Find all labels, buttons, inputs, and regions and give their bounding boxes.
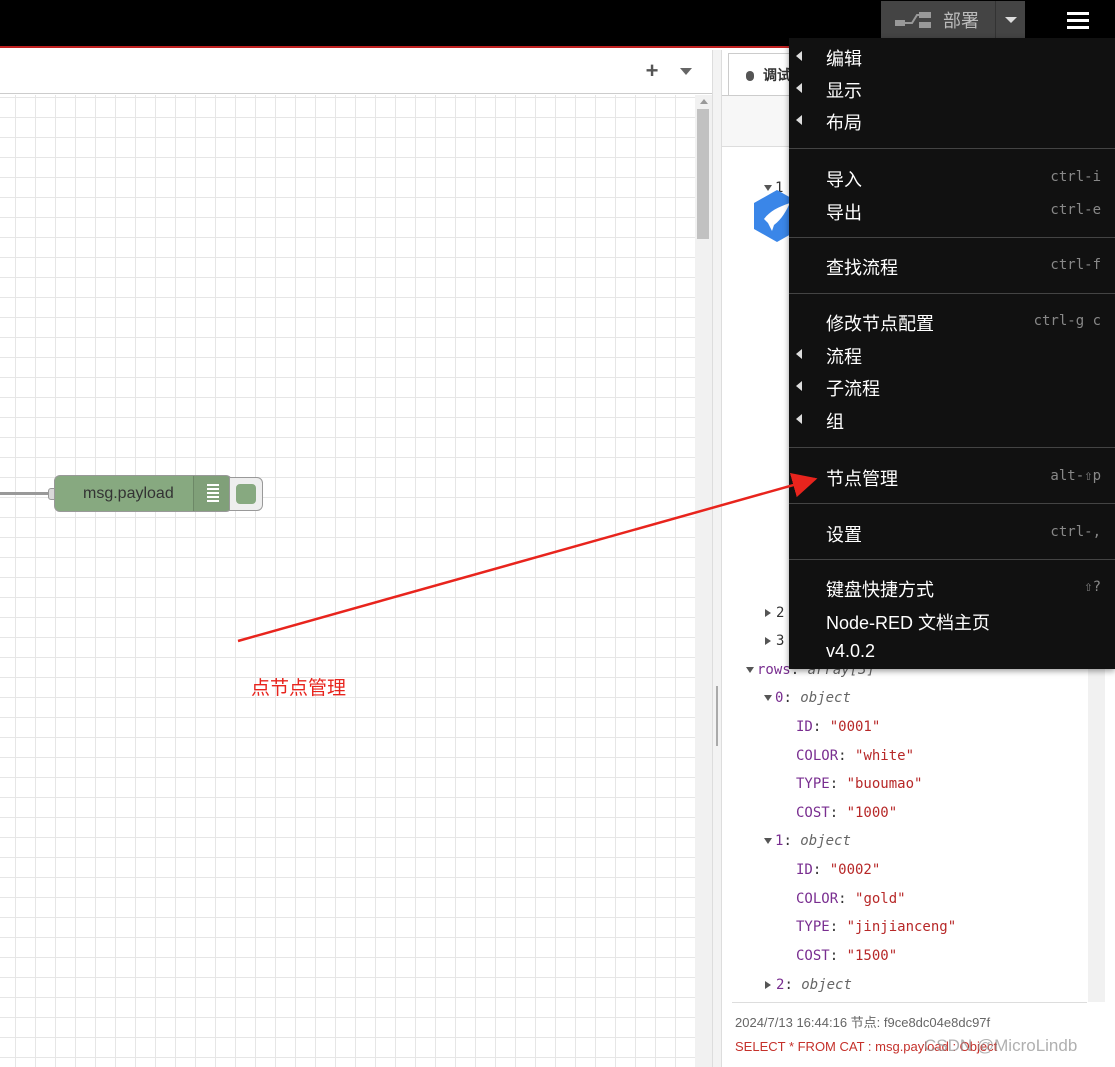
annotation-arrow	[237, 473, 818, 643]
